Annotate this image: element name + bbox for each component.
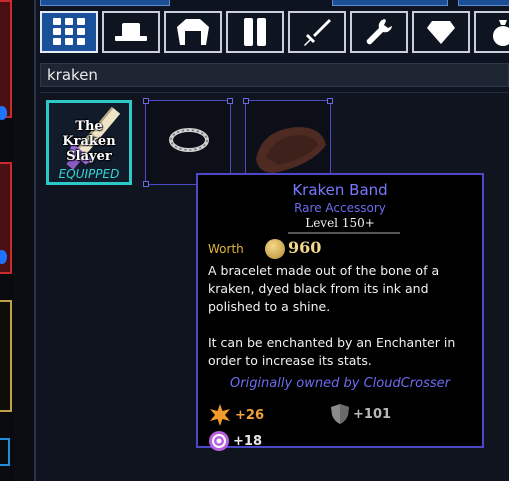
character-cards-strip — [0, 0, 14, 481]
item-description: A bracelet made out of the bone of a kra… — [208, 263, 456, 368]
tab-tools[interactable] — [350, 11, 408, 53]
target-icon — [209, 431, 229, 451]
category-tabs — [40, 11, 509, 55]
top-bar — [458, 0, 509, 6]
grid-icon — [53, 18, 85, 45]
item-title: The Kraken Slayer — [62, 119, 116, 164]
sword-icon — [304, 19, 331, 46]
worth-label: Worth — [208, 242, 244, 256]
tab-shirts[interactable] — [164, 11, 222, 53]
stat-value: +18 — [233, 433, 262, 449]
item-owner: Originally owned by CloudCrosser — [230, 376, 450, 391]
coin-icon — [265, 239, 285, 259]
item-tooltip: Kraken Band Rare Accessory Level 150+ Wo… — [196, 173, 484, 451]
divider — [288, 232, 400, 234]
gem-icon — [427, 21, 455, 44]
tab-accessories[interactable] — [412, 11, 470, 53]
stat-value: +101 — [353, 406, 392, 422]
item-rarity: Rare Accessory — [294, 201, 386, 215]
damage-star-icon — [210, 404, 230, 426]
slot-corner — [227, 98, 233, 104]
stat-accuracy: +18 — [208, 430, 262, 452]
hat-icon — [115, 23, 147, 41]
tab-pants[interactable] — [226, 11, 284, 53]
defense-shield-icon — [331, 404, 349, 424]
top-bar — [40, 0, 170, 6]
tab-hats[interactable] — [102, 11, 160, 53]
item-slot-kraken-slayer[interactable]: The Kraken Slayer EQUIPPED — [46, 100, 132, 185]
slot-corner — [143, 181, 149, 187]
slot-corner — [143, 98, 149, 104]
worth-value: 960 — [288, 238, 322, 257]
stat-damage: +26 — [208, 403, 264, 427]
character-card[interactable] — [0, 300, 12, 412]
top-bar — [332, 0, 448, 6]
character-card[interactable] — [0, 0, 12, 118]
tab-all[interactable] — [40, 11, 98, 53]
item-level: Level 150+ — [305, 216, 375, 230]
stat-value: +26 — [235, 407, 264, 423]
equipment-slot[interactable] — [0, 438, 10, 466]
bag-icon — [493, 20, 509, 46]
top-bars — [40, 0, 509, 6]
slot-corner — [243, 98, 249, 104]
hide-icon — [256, 127, 326, 173]
slot-corner — [327, 98, 333, 104]
shirt-icon — [177, 19, 209, 45]
item-name: Kraken Band — [292, 181, 388, 199]
tab-weapons[interactable] — [288, 11, 346, 53]
search-input[interactable]: kraken — [40, 63, 509, 87]
tab-materials[interactable] — [474, 11, 509, 53]
equipped-label: EQUIPPED — [58, 167, 120, 181]
ring-icon — [169, 128, 209, 152]
pants-icon — [244, 18, 266, 46]
wrench-icon — [366, 19, 392, 45]
stat-defense: +101 — [330, 403, 391, 425]
